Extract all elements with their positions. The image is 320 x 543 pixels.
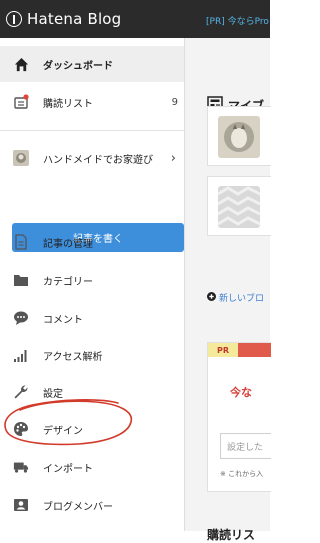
sidebar-item-categories[interactable]: カテゴリー [0, 262, 184, 298]
document-icon [13, 234, 29, 250]
blog-name: ハンドメイドでお家遊び [43, 154, 153, 166]
folder-icon [13, 272, 29, 288]
sidebar-item-analytics[interactable]: アクセス解析 [0, 337, 184, 373]
analytics-icon [13, 347, 29, 363]
wrench-icon [13, 384, 29, 400]
sidebar-item-settings[interactable]: 設定 [0, 374, 184, 410]
blog-thumbnail [218, 116, 260, 158]
sidebar-item-label: デザイン [43, 425, 83, 437]
divider [0, 130, 184, 131]
sidebar-item-subscriptions[interactable]: 購読リスト 9 [0, 84, 184, 120]
logo-text: Hatena Blog [27, 10, 122, 28]
sidebar-item-label: コメント [43, 314, 83, 326]
sidebar-item-label: アクセス解析 [43, 351, 103, 363]
sidebar-item-comments[interactable]: コメント [0, 300, 184, 336]
pr-headline: 今な [230, 386, 252, 399]
sidebar-item-label: ブログメンバー [43, 501, 113, 513]
sidebar-item-design[interactable]: デザイン [0, 411, 184, 447]
sidebar-item-dashboard[interactable]: ダッシュボード [0, 46, 184, 82]
sidebar-item-blog-selector[interactable]: ハンドメイドでお家遊び › [0, 140, 184, 176]
hatena-blog-logo[interactable]: Hatena Blog [6, 10, 121, 28]
new-blog-link[interactable]: 新しいブロ [219, 291, 264, 304]
blog-card[interactable] [207, 176, 271, 236]
blog-thumbnail [218, 186, 260, 228]
pr-note: ※ これから入 [220, 470, 264, 478]
pr-input[interactable]: 設定した [220, 433, 271, 459]
sidebar-item-label: インポート [43, 463, 93, 475]
subscription-count: 9 [171, 96, 178, 108]
pr-stripe [238, 343, 271, 357]
promo-link[interactable]: [PR] 今ならPro [206, 14, 269, 27]
sidebar-item-label: 設定 [43, 388, 63, 400]
sidebar-item-label: カテゴリー [43, 276, 93, 288]
main-content: マイブ 新しいブロ PR 今な 設定した ※ これから入 購読リス [185, 38, 271, 542]
subscription-icon [13, 94, 29, 110]
sidebar-item-import[interactable]: インポート [0, 449, 184, 485]
home-icon [13, 56, 29, 72]
top-bar: Hatena Blog [PR] 今ならPro [0, 0, 270, 38]
sidebar: ダッシュボード 購読リスト 9 ハンドメイドでお家遊び › 記事を書く 記事の管… [0, 38, 185, 531]
pr-box: PR 今な 設定した ※ これから入 [207, 342, 271, 492]
subscriptions-title: 購読リス [207, 528, 256, 542]
sidebar-item-blog-members[interactable]: ブログメンバー [0, 487, 184, 523]
sidebar-item-label: 購読リスト [43, 98, 93, 110]
pr-label: PR [208, 343, 238, 357]
plus-circle-icon [207, 292, 216, 301]
hatena-logo-icon [6, 11, 22, 27]
sidebar-item-article-management[interactable]: 記事の管理 [0, 224, 184, 260]
import-icon [13, 459, 29, 475]
palette-icon [13, 421, 29, 437]
blog-avatar [13, 150, 29, 166]
sidebar-item-label: ダッシュボード [43, 60, 113, 72]
blog-card[interactable] [207, 106, 271, 166]
chevron-right-icon: › [170, 150, 176, 166]
comment-icon [13, 310, 29, 326]
member-icon [13, 497, 29, 513]
sidebar-item-label: 記事の管理 [43, 238, 93, 250]
